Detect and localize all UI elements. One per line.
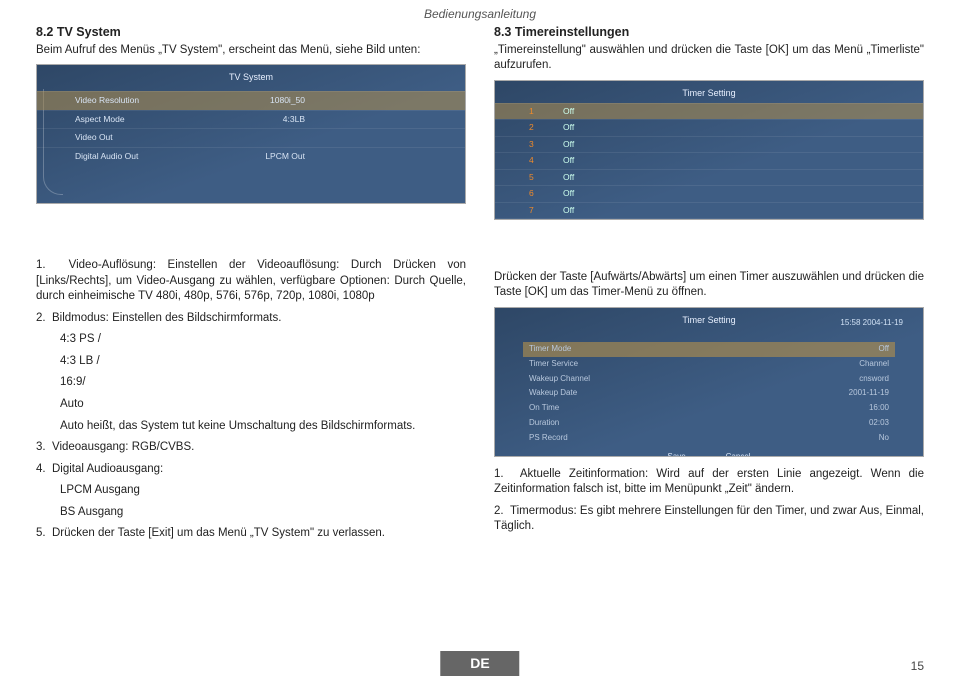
page-footer: DE 15: [0, 652, 960, 676]
screenshot-timer-menu: Timer Setting 15:58 2004-11-19 Timer Mod…: [494, 307, 924, 457]
row-value: LPCM Out: [265, 151, 305, 162]
footnote-1: 1. Aktuelle Zeitinformation: Wird auf de…: [494, 467, 924, 498]
row-value: Off: [563, 205, 574, 216]
list-8-2: 1. Video-Auflösung: Einstellen der Video…: [36, 258, 466, 541]
row-value: Off: [563, 188, 574, 199]
cancel-button-label: Cancel: [726, 452, 751, 457]
section-heading-8-3: 8.3 Timereinstellungen: [494, 24, 924, 41]
opt-auto: Auto: [36, 397, 466, 413]
tm-value: 2001-11-19: [849, 388, 889, 399]
row-value: Off: [563, 172, 574, 183]
row-value: 1080i_50: [270, 95, 305, 106]
tm-value: cnsword: [859, 374, 889, 385]
tm-value: 16:00: [869, 403, 889, 414]
row-num: 1: [529, 106, 543, 117]
tm-label: Wakeup Date: [529, 388, 577, 399]
tm-value: 02:03: [869, 418, 889, 429]
opt-43ps: 4:3 PS /: [36, 332, 466, 348]
clock-label: 15:58 2004-11-19: [840, 318, 903, 329]
right-column: 8.3 Timereinstellungen „Timereinstellung…: [494, 24, 924, 548]
opt-auto-note: Auto heißt, das System tut keine Umschal…: [36, 419, 466, 435]
left-column: 8.2 TV System Beim Aufruf des Menüs „TV …: [36, 24, 466, 548]
content-columns: 8.2 TV System Beim Aufruf des Menüs „TV …: [0, 0, 960, 548]
row-label: Aspect Mode: [75, 114, 125, 125]
list-item-4: 4. Digital Audioausgang:: [36, 462, 466, 478]
row-label: Digital Audio Out: [75, 151, 138, 162]
row-num: 4: [529, 155, 543, 166]
opt-lpcm: LPCM Ausgang: [36, 483, 466, 499]
list-item-2: 2. Bildmodus: Einstellen des Bildschirmf…: [36, 311, 466, 327]
row-value: Off: [563, 122, 574, 133]
save-button-label: Save: [667, 452, 685, 457]
row-label: Video Out: [75, 132, 113, 143]
tm-value: Off: [878, 344, 889, 355]
row-value: 4:3LB: [283, 114, 305, 125]
screenshot-timer-list: Timer Setting 1 Off 2 Off 3 Off 4 Off 5 Off 6…: [494, 80, 924, 220]
tm-label: Timer Service: [529, 359, 578, 370]
doc-header: Bedienungsanleitung: [0, 6, 960, 22]
shot-title: TV System: [229, 71, 273, 83]
footnote-2: 2. Timermodus: Es gibt mehrere Einstellu…: [494, 504, 924, 535]
row-value: Off: [563, 106, 574, 117]
tm-value: Channel: [859, 359, 889, 370]
row-value: Off: [563, 139, 574, 150]
tm-label: Duration: [529, 418, 559, 429]
tm-label: On Time: [529, 403, 559, 414]
screenshot-tv-system: TV System Video Resolution 1080i_50 Aspec…: [36, 64, 466, 204]
list-item-5: 5. Drücken der Taste [Exit] um das Menü …: [36, 526, 466, 542]
mid-instruction: Drücken der Taste [Aufwärts/Abwärts] um …: [494, 270, 924, 301]
language-badge: DE: [440, 651, 519, 676]
shot-title: Timer Setting: [682, 314, 735, 326]
tm-label: Wakeup Channel: [529, 374, 590, 385]
list-item-3: 3. Videoausgang: RGB/CVBS.: [36, 440, 466, 456]
opt-43lb: 4:3 LB /: [36, 354, 466, 370]
shot-title: Timer Setting: [682, 87, 735, 99]
section-heading-8-2: 8.2 TV System: [36, 24, 466, 41]
opt-bs: BS Ausgang: [36, 505, 466, 521]
intro-8-3: „Timereinstellung" auswählen und drücken…: [494, 43, 924, 74]
intro-8-2: Beim Aufruf des Menüs „TV System", ersch…: [36, 43, 466, 59]
list-item-1: 1. Video-Auflösung: Einstellen der Video…: [36, 258, 466, 305]
row-label: Video Resolution: [75, 95, 139, 106]
row-num: 5: [529, 172, 543, 183]
tm-label: Timer Mode: [529, 344, 571, 355]
tm-value: No: [879, 433, 889, 444]
row-num: 7: [529, 205, 543, 216]
row-value: Off: [563, 155, 574, 166]
tm-label: PS Record: [529, 433, 568, 444]
row-num: 2: [529, 122, 543, 133]
page-number: 15: [911, 658, 924, 674]
row-num: 6: [529, 188, 543, 199]
row-num: 3: [529, 139, 543, 150]
opt-169: 16:9/: [36, 375, 466, 391]
